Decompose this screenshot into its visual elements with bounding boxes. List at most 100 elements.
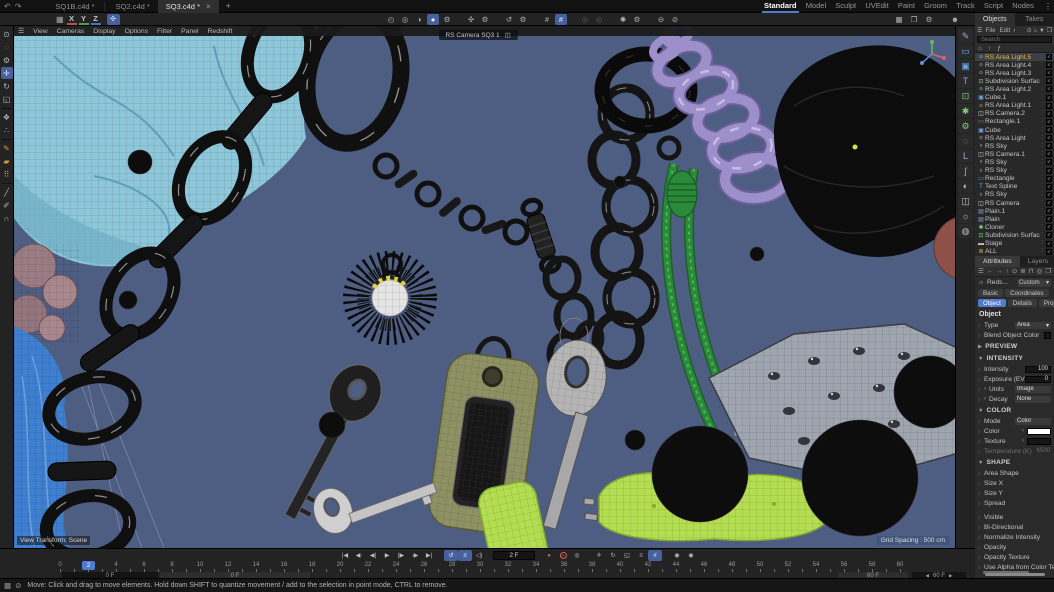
visibility-dots[interactable]: ⁚ [1040, 145, 1044, 148]
visibility-dots[interactable]: ⁚ [1040, 234, 1044, 237]
up-icon[interactable]: ↑ [988, 45, 991, 52]
rotate-tool-icon[interactable]: ↻ [1, 80, 13, 92]
object-list-item[interactable]: ♁RS Sky⁚✓ [975, 191, 1054, 199]
object-list-item[interactable]: ◫RS Camera.2⁚✓ [975, 110, 1054, 118]
value-field[interactable]: 100 [1025, 366, 1051, 373]
visibility-dots[interactable]: ⁚ [1040, 218, 1044, 221]
attr-tab-layers[interactable]: Layers [1020, 256, 1054, 267]
enabled-checkbox[interactable]: ✓ [1046, 111, 1052, 117]
object-list-item[interactable]: ⊡Subdivision Surface.1⁚✓ [975, 77, 1054, 85]
spline-pen-icon[interactable]: ✎ [958, 29, 973, 43]
workspace-tab-standard[interactable]: Standard [762, 0, 799, 13]
solo-object-button[interactable]: ◉ [670, 550, 684, 561]
render-picture-viewer-icon[interactable]: ❐ [908, 14, 920, 25]
render-view-icon[interactable]: ▦ [893, 14, 905, 25]
object-list-item[interactable]: ♁RS Sky⁚✓ [975, 142, 1054, 150]
visibility-dots[interactable]: ⁚ [1040, 177, 1044, 180]
point-mode-icon[interactable]: ⠿ [1, 168, 13, 180]
close-icon[interactable]: × [206, 2, 211, 11]
console-status-icon[interactable]: ⊘ [15, 581, 21, 590]
visibility-dots[interactable]: ⁚ [1040, 242, 1044, 245]
enabled-checkbox[interactable]: ✓ [1046, 241, 1052, 247]
filter-icon[interactable]: ƒ [997, 45, 1001, 52]
object-list-item[interactable]: ♁RS Sky⁚✓ [975, 158, 1054, 166]
panel-tab-takes[interactable]: Takes [1015, 13, 1054, 26]
field-icon[interactable]: ◌ [958, 134, 973, 148]
visibility-dots[interactable]: ⁚ [1040, 56, 1044, 59]
volume-icon[interactable]: ◐ [958, 179, 973, 193]
search-icon[interactable]: ⊙ [1012, 268, 1017, 275]
lock-icon[interactable]: ⊓ [1029, 268, 1034, 275]
search-input[interactable]: Search [977, 36, 1052, 43]
workspace-tab-track[interactable]: Track [954, 0, 976, 13]
active-camera-label[interactable]: RS Camera SQ3 1 ◫ [438, 30, 517, 40]
workplane-icon[interactable]: ▦ [56, 15, 64, 24]
visibility-dots[interactable]: ⁚ [1040, 226, 1044, 229]
visibility-dots[interactable]: ⁚ [1040, 80, 1044, 83]
points-cluster-icon[interactable]: ∴ [1, 124, 13, 136]
spline-pen-icon[interactable]: ✎ [1, 142, 13, 154]
visibility-dots[interactable]: ⁚ [1040, 96, 1044, 99]
new-tab-button[interactable]: + [219, 1, 238, 11]
visibility-dots[interactable]: ⁚ [1040, 112, 1044, 115]
object-list-item[interactable]: ◫RS Camera.1⁚✓ [975, 150, 1054, 158]
axis-y-button[interactable]: Y [79, 14, 89, 25]
track-icon[interactable]: ◎ [1037, 268, 1043, 275]
up-icon[interactable]: ↑ [1006, 268, 1009, 275]
record-position-button[interactable]: ✛ [592, 550, 606, 561]
workspace-tab-nodes[interactable]: Nodes [1010, 0, 1036, 13]
key-view-button[interactable]: ≡ [458, 550, 472, 561]
preset-dropdown[interactable]: Custom ▾ [1017, 279, 1051, 287]
visibility-dots[interactable]: ⁚ [1040, 169, 1044, 172]
visibility-dots[interactable]: ⁚ [1040, 185, 1044, 188]
enabled-checkbox[interactable]: ✓ [1046, 224, 1052, 230]
live-selection-icon[interactable]: ◌ [1, 41, 13, 53]
viewport-menu-redshift[interactable]: Redshift [208, 28, 233, 35]
enabled-checkbox[interactable]: ✓ [1046, 86, 1052, 92]
value-dropdown[interactable]: Image [1015, 386, 1051, 393]
object-list-item[interactable]: ▤Plain.1⁚✓ [975, 207, 1054, 215]
enabled-checkbox[interactable]: ✓ [1046, 176, 1052, 182]
visibility-dots[interactable]: ⁚ [1040, 250, 1044, 253]
object-list-item[interactable]: ⊡Subdivision Surface⁚✓ [975, 231, 1054, 239]
document-tab[interactable]: SQ2.c4d * [108, 0, 158, 13]
bend-deformer-icon[interactable]: ʃ [958, 164, 973, 178]
viewport-menu-cameras[interactable]: Cameras [57, 28, 85, 35]
history-icon[interactable]: ◴ [385, 14, 397, 25]
objects-menu-file[interactable]: File [986, 27, 996, 34]
object-list-item[interactable]: ≣ALL⁚✓ [975, 248, 1054, 256]
axis-z-button[interactable]: Z [91, 14, 101, 25]
attr-chip-coordinates[interactable]: Coordinates [1005, 289, 1048, 297]
shading-sphere-icon[interactable]: ◑ [413, 14, 425, 25]
mauve-blob-meshes[interactable] [14, 244, 80, 342]
axis-lock-button[interactable]: ✣ [107, 14, 120, 25]
document-tab[interactable]: SQ3.c4d *× [158, 0, 219, 13]
object-list-item[interactable]: ☼RS Area Light.5⁚✓ [975, 53, 1054, 61]
text-spline-icon[interactable]: T [958, 74, 973, 88]
object-list-item[interactable]: ▭Rectangle⁚✓ [975, 175, 1054, 183]
color-swatch[interactable] [1027, 428, 1051, 435]
object-list-item[interactable]: ▣Cube.1⁚✓ [975, 94, 1054, 102]
enabled-checkbox[interactable]: ✓ [1046, 200, 1052, 206]
subdivision-surface-icon[interactable]: ⊡ [958, 89, 973, 103]
next-key-button[interactable]: ·▶ [408, 550, 422, 561]
workspace-tab-model[interactable]: Model [804, 0, 828, 13]
loop-icon[interactable]: ↺ [503, 14, 515, 25]
asset-browser-icon[interactable]: ☻ [949, 14, 961, 25]
filter-icon[interactable]: ≣ [1020, 268, 1025, 275]
material-icon[interactable]: ◍ [958, 224, 973, 238]
workplane-grid-icon[interactable]: # [541, 14, 553, 25]
camera-icon[interactable]: ◫ [958, 194, 973, 208]
rectangle-spline-icon[interactable]: ▭ [958, 44, 973, 58]
workspace-tab-paint[interactable]: Paint [896, 0, 917, 13]
cube-primitive-icon[interactable]: ▣ [958, 59, 973, 73]
object-list-item[interactable]: ▣Cube⁚✓ [975, 126, 1054, 134]
object-list-item[interactable]: TText Spline⁚✓ [975, 183, 1054, 191]
play-button[interactable]: ▶ [380, 550, 394, 561]
disabled-a-icon[interactable]: ◎ [579, 14, 591, 25]
visibility-dots[interactable]: ⁚ [1040, 202, 1044, 205]
enabled-checkbox[interactable]: ✓ [1046, 62, 1052, 68]
render-settings-icon[interactable]: ⚙ [923, 14, 935, 25]
cloner-icon[interactable]: ✱ [958, 104, 973, 118]
object-list-item[interactable]: ☼RS Area Light.1⁚✓ [975, 102, 1054, 110]
